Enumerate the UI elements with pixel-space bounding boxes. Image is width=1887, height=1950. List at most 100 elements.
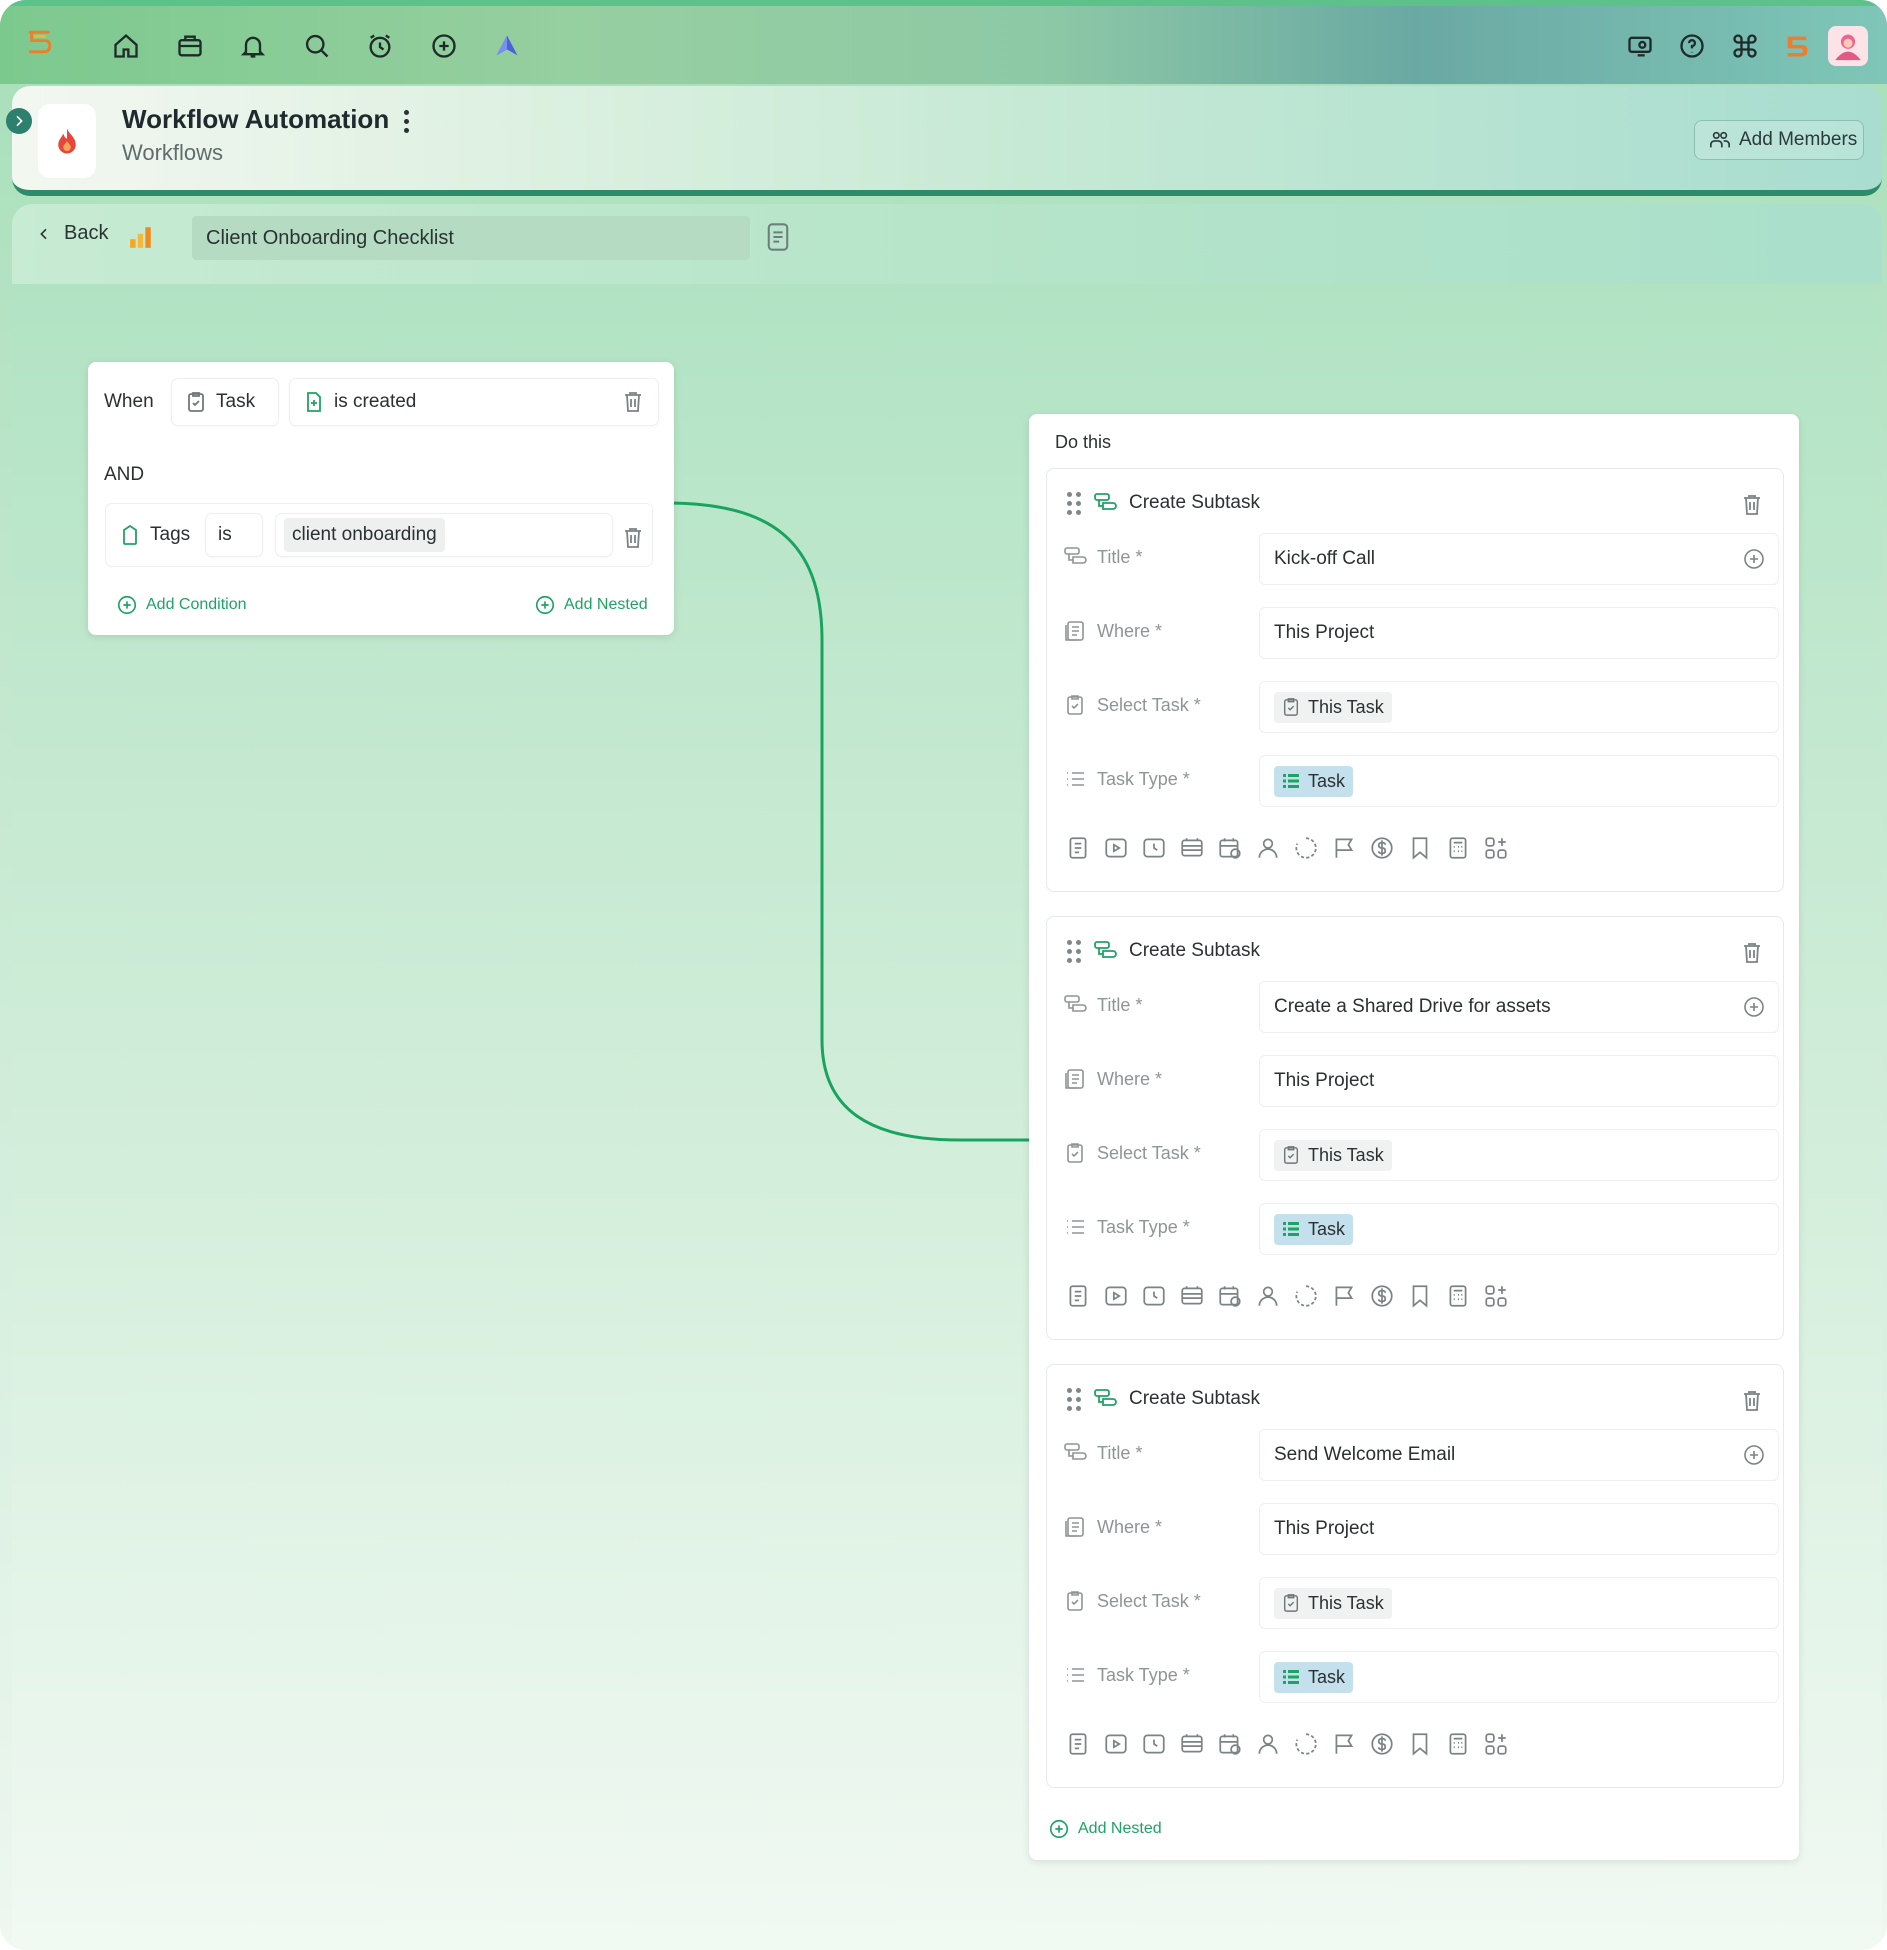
drag-handle-icon[interactable] bbox=[1067, 1388, 1081, 1411]
apps-icon[interactable] bbox=[1483, 1283, 1509, 1309]
sidebar-expand-button[interactable] bbox=[6, 108, 32, 134]
status-icon[interactable] bbox=[1293, 1731, 1319, 1757]
drag-handle-icon[interactable] bbox=[1067, 940, 1081, 963]
task-type-field[interactable]: Task bbox=[1259, 1203, 1779, 1255]
bell-icon[interactable] bbox=[235, 28, 271, 64]
where-field[interactable]: This Project bbox=[1259, 1503, 1779, 1555]
drag-handle-icon[interactable] bbox=[1067, 492, 1081, 515]
task-type-pill: Task bbox=[1274, 1661, 1354, 1693]
search-icon[interactable] bbox=[299, 28, 335, 64]
dollar-icon[interactable] bbox=[1369, 1731, 1395, 1757]
flag-icon[interactable] bbox=[1331, 1731, 1357, 1757]
alarm-clock-icon[interactable] bbox=[362, 28, 398, 64]
workflow-name-input[interactable] bbox=[192, 216, 750, 260]
title-field[interactable]: Kick-off Call bbox=[1259, 533, 1779, 585]
delete-subtask-icon[interactable] bbox=[1741, 493, 1763, 517]
sprint-icon[interactable] bbox=[1179, 1731, 1205, 1757]
assignee-icon[interactable] bbox=[1255, 1283, 1281, 1309]
sprint-icon[interactable] bbox=[1179, 1283, 1205, 1309]
status-icon[interactable] bbox=[1293, 1283, 1319, 1309]
subtask-icon bbox=[1064, 995, 1087, 1012]
support-icon[interactable] bbox=[1622, 28, 1658, 64]
project-header bbox=[12, 86, 1882, 196]
clock-icon[interactable] bbox=[1141, 835, 1167, 861]
delete-trigger-icon[interactable] bbox=[622, 390, 644, 414]
user-avatar[interactable] bbox=[1828, 26, 1868, 66]
briefcase-icon[interactable] bbox=[172, 28, 208, 64]
trigger-event-select[interactable]: is created bbox=[290, 379, 658, 425]
where-field[interactable]: This Project bbox=[1259, 1055, 1779, 1107]
bookmark-icon[interactable] bbox=[1407, 1283, 1433, 1309]
page-title: Workflow Automation bbox=[122, 104, 390, 134]
add-nested-action-button[interactable]: Add Nested bbox=[1048, 1818, 1162, 1840]
calendar-icon[interactable] bbox=[1217, 1283, 1243, 1309]
description-icon[interactable] bbox=[1065, 835, 1091, 861]
assignee-icon[interactable] bbox=[1255, 1731, 1281, 1757]
logo-icon[interactable] bbox=[26, 28, 64, 66]
status-icon[interactable] bbox=[1293, 835, 1319, 861]
assignee-icon[interactable] bbox=[1255, 835, 1281, 861]
add-members-button[interactable]: Add Members bbox=[1694, 120, 1864, 160]
condition-operator-select[interactable]: is bbox=[206, 514, 262, 556]
plus-circle-icon[interactable] bbox=[426, 28, 462, 64]
home-icon[interactable] bbox=[108, 28, 144, 64]
tag-icon bbox=[123, 524, 137, 545]
title-label-group: Title * bbox=[1063, 545, 1142, 569]
clock-icon[interactable] bbox=[1141, 1283, 1167, 1309]
task-type-field[interactable]: Task bbox=[1259, 1651, 1779, 1703]
apps-icon[interactable] bbox=[1483, 835, 1509, 861]
dollar-icon[interactable] bbox=[1369, 835, 1395, 861]
when-label: When bbox=[104, 391, 154, 412]
trigger-entity-select[interactable]: Task bbox=[172, 379, 278, 425]
calculator-icon[interactable] bbox=[1445, 835, 1471, 861]
command-icon[interactable] bbox=[1727, 28, 1763, 64]
select-task-field[interactable]: This Task bbox=[1259, 1129, 1779, 1181]
calendar-icon[interactable] bbox=[1217, 835, 1243, 861]
flag-icon[interactable] bbox=[1331, 1283, 1357, 1309]
calendar-icon[interactable] bbox=[1217, 1731, 1243, 1757]
title-label: Title * bbox=[1097, 1442, 1143, 1463]
where-label-group: Where * bbox=[1063, 1067, 1162, 1091]
bookmark-icon[interactable] bbox=[1407, 835, 1433, 861]
document-icon[interactable] bbox=[764, 222, 792, 252]
video-icon[interactable] bbox=[1103, 1731, 1129, 1757]
description-icon[interactable] bbox=[1065, 1283, 1091, 1309]
task-type-field[interactable]: Task bbox=[1259, 755, 1779, 807]
select-task-pill: This Task bbox=[1274, 1587, 1392, 1619]
add-nested-trigger-button[interactable]: Add Nested bbox=[534, 594, 648, 616]
select-task-field[interactable]: This Task bbox=[1259, 1577, 1779, 1629]
where-label-group: Where * bbox=[1063, 1515, 1162, 1539]
calculator-icon[interactable] bbox=[1445, 1731, 1471, 1757]
description-icon[interactable] bbox=[1065, 1731, 1091, 1757]
delete-subtask-icon[interactable] bbox=[1741, 1389, 1763, 1413]
help-icon[interactable] bbox=[1674, 28, 1710, 64]
delete-condition-icon[interactable] bbox=[622, 526, 644, 550]
dollar-icon[interactable] bbox=[1369, 1283, 1395, 1309]
condition-value-select[interactable]: client onboarding bbox=[276, 514, 612, 556]
select-task-field[interactable]: This Task bbox=[1259, 681, 1779, 733]
plus-circle-icon[interactable] bbox=[1742, 995, 1766, 1019]
bookmark-icon[interactable] bbox=[1407, 1731, 1433, 1757]
flag-icon[interactable] bbox=[1331, 835, 1357, 861]
plus-circle-icon[interactable] bbox=[1742, 1443, 1766, 1467]
delete-subtask-icon[interactable] bbox=[1741, 941, 1763, 965]
add-condition-button[interactable]: Add Condition bbox=[116, 594, 247, 616]
more-options-button[interactable] bbox=[396, 106, 416, 136]
title-label-group: Title * bbox=[1063, 993, 1142, 1017]
where-field[interactable]: This Project bbox=[1259, 607, 1779, 659]
clock-icon[interactable] bbox=[1141, 1731, 1167, 1757]
back-button[interactable]: Back bbox=[36, 222, 108, 245]
sprint-icon[interactable] bbox=[1179, 835, 1205, 861]
calculator-icon[interactable] bbox=[1445, 1283, 1471, 1309]
video-icon[interactable] bbox=[1103, 835, 1129, 861]
arrow-up-icon[interactable] bbox=[489, 28, 525, 64]
task-type-label: Task Type * bbox=[1097, 768, 1190, 789]
apps-icon[interactable] bbox=[1483, 1731, 1509, 1757]
title-field[interactable]: Create a Shared Drive for assets bbox=[1259, 981, 1779, 1033]
brand-icon[interactable] bbox=[1779, 28, 1815, 64]
title-field[interactable]: Send Welcome Email bbox=[1259, 1429, 1779, 1481]
plus-circle-icon[interactable] bbox=[1742, 547, 1766, 571]
and-label: AND bbox=[104, 464, 145, 485]
page-subtitle[interactable]: Workflows bbox=[122, 140, 223, 166]
video-icon[interactable] bbox=[1103, 1283, 1129, 1309]
